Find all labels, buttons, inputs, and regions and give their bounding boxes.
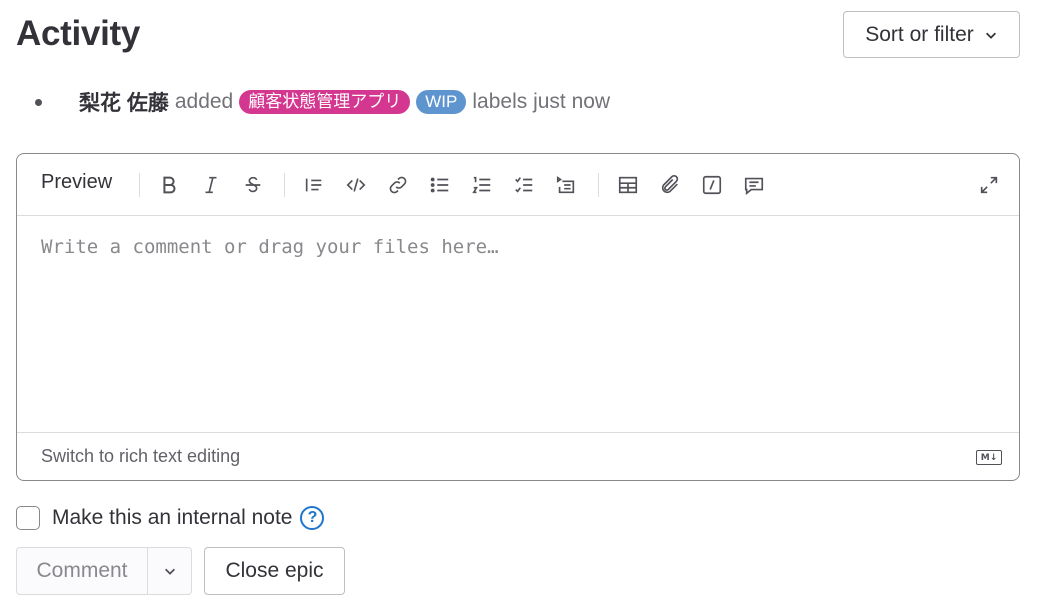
- italic-icon: [205, 176, 217, 194]
- strikethrough-button[interactable]: [239, 171, 267, 199]
- help-icon[interactable]: ?: [300, 506, 325, 530]
- numbered-list-icon: [472, 176, 491, 194]
- quick-actions-icon: [702, 175, 722, 195]
- italic-button[interactable]: [197, 171, 225, 199]
- strikethrough-icon: [245, 176, 261, 193]
- activity-action: added: [174, 90, 234, 113]
- comment-textarea[interactable]: [17, 216, 1019, 432]
- sort-filter-button[interactable]: Sort or filter: [843, 11, 1020, 58]
- editor-footer: Switch to rich text editing M↓: [17, 432, 1019, 481]
- activity-author[interactable]: 梨花 佐藤: [79, 87, 169, 117]
- label-badge[interactable]: WIP: [416, 90, 467, 114]
- editor-toolbar: Preview: [17, 154, 1019, 216]
- toolbar-divider: [598, 173, 599, 197]
- internal-note-checkbox[interactable]: [16, 506, 40, 530]
- toolbar-divider: [139, 173, 140, 197]
- attach-file-button[interactable]: [656, 171, 684, 199]
- switch-rich-text-link[interactable]: Switch to rich text editing: [41, 446, 240, 467]
- bulleted-list-button[interactable]: [426, 171, 454, 199]
- link-icon: [389, 176, 407, 194]
- task-list-button[interactable]: [510, 171, 538, 199]
- quote-icon: [305, 178, 322, 192]
- link-button[interactable]: [384, 171, 412, 199]
- internal-note-row: Make this an internal note ?: [16, 505, 325, 531]
- bold-button[interactable]: [155, 171, 183, 199]
- activity-suffix: labels just now: [472, 90, 611, 113]
- collapsible-section-button[interactable]: [552, 171, 580, 199]
- attach-file-icon: [661, 175, 679, 194]
- timeline-bullet: [35, 98, 42, 106]
- comment-options-dropdown[interactable]: [148, 548, 191, 594]
- preview-tab[interactable]: Preview: [41, 171, 112, 194]
- collapsible-section-icon: [556, 176, 575, 194]
- code-button[interactable]: [342, 171, 370, 199]
- fullscreen-button[interactable]: [975, 171, 1003, 199]
- toolbar-divider: [284, 173, 285, 197]
- comment-editor: Preview Write a comment or drag your fil…: [16, 153, 1020, 481]
- markdown-icon[interactable]: M↓: [976, 450, 1002, 465]
- quote-button[interactable]: [300, 171, 328, 199]
- chevron-down-icon: [164, 568, 175, 575]
- page-title: Activity: [16, 14, 141, 53]
- quick-actions-button[interactable]: [698, 171, 726, 199]
- comment-button-group: Comment: [16, 547, 192, 595]
- bulleted-list-icon: [430, 177, 449, 193]
- activity-item: 梨花 佐藤 added 顧客状態管理アプリ WIP labels just no…: [35, 86, 610, 118]
- comment-button[interactable]: Comment: [17, 548, 148, 594]
- sort-filter-label: Sort or filter: [865, 22, 974, 46]
- task-list-icon: [515, 177, 533, 193]
- comment-template-icon: [744, 177, 764, 195]
- table-icon: [618, 176, 638, 194]
- bold-icon: [163, 176, 176, 194]
- table-button[interactable]: [614, 171, 642, 199]
- fullscreen-icon: [980, 176, 998, 194]
- numbered-list-button[interactable]: [468, 171, 496, 199]
- code-icon: [346, 178, 366, 192]
- comment-template-button[interactable]: [740, 171, 768, 199]
- internal-note-label[interactable]: Make this an internal note: [52, 506, 292, 530]
- close-epic-button[interactable]: Close epic: [204, 547, 345, 595]
- chevron-down-icon: [985, 32, 996, 39]
- label-badge[interactable]: 顧客状態管理アプリ: [239, 90, 411, 114]
